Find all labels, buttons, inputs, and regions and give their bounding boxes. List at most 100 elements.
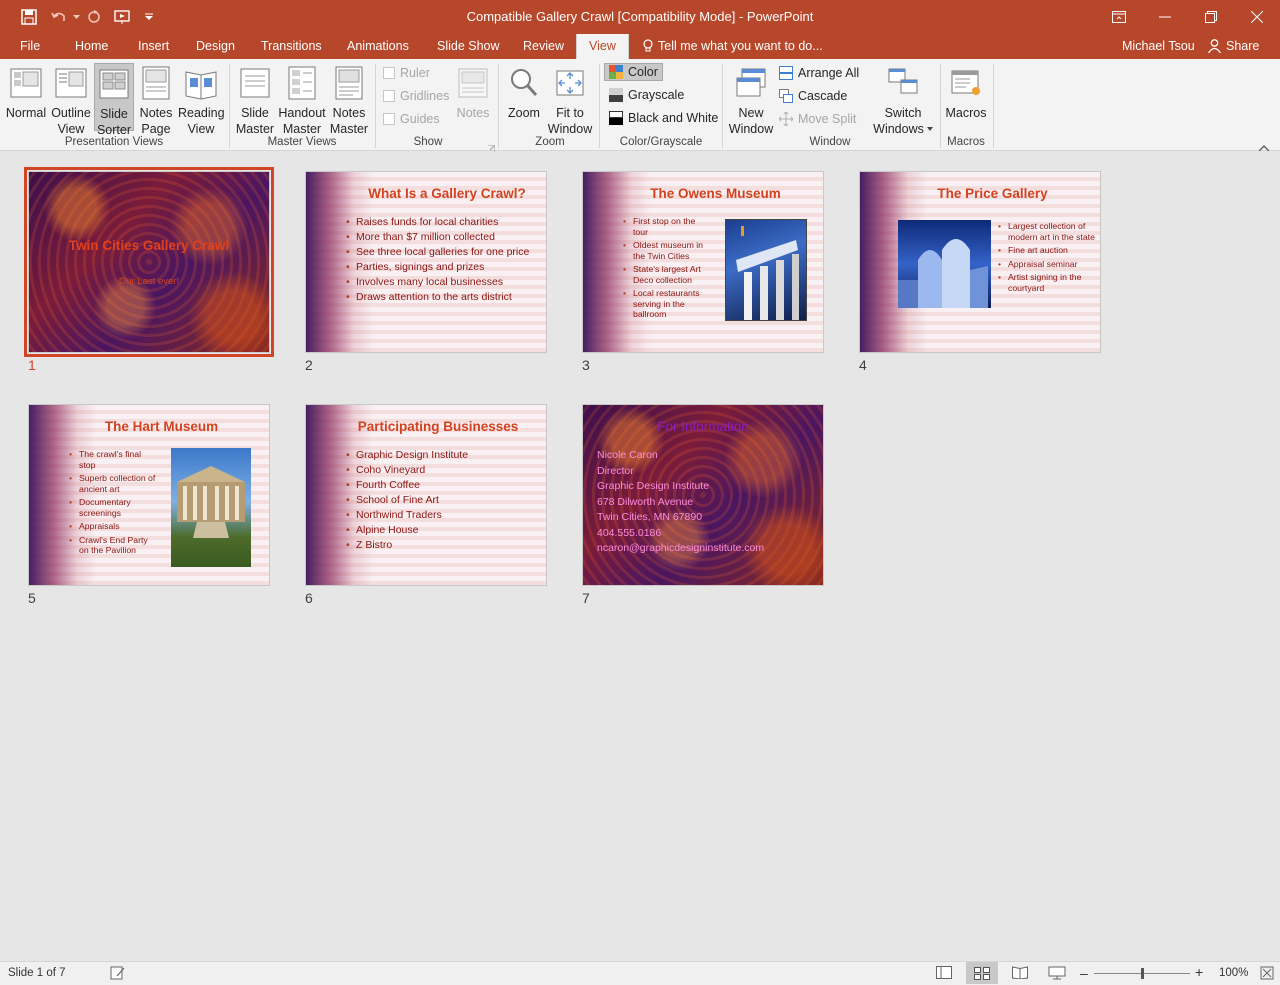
ribbon-display-options-icon[interactable]	[1096, 0, 1142, 34]
share-button[interactable]: Share	[1208, 39, 1259, 53]
outline-view-button[interactable]: Outline View	[50, 63, 92, 137]
normal-view-status-icon[interactable]	[936, 966, 952, 979]
slide-number: 3	[582, 357, 590, 373]
black-and-white-button[interactable]: Black and White	[609, 111, 718, 125]
notes-toggle-button[interactable]: Notes	[455, 63, 491, 121]
ruler-label: Ruler	[400, 66, 430, 80]
slide-thumbnail-5[interactable]: The Hart Museum The crawl's final stop S…	[28, 404, 270, 586]
museum-building-image	[171, 448, 251, 567]
reading-view-label-2: View	[187, 122, 215, 136]
slide-sorter-status-icon[interactable]	[966, 962, 998, 984]
fit-slide-icon[interactable]	[1260, 966, 1274, 980]
tab-animations[interactable]: Animations	[347, 39, 409, 53]
slide-show-status-icon[interactable]	[1048, 966, 1066, 980]
zoom-out-button[interactable]: –	[1080, 965, 1088, 981]
ribbon-separator	[375, 64, 376, 148]
slide-thumbnail-4[interactable]: The Price Gallery Largest collection of …	[859, 171, 1101, 353]
slide-thumbnail-1[interactable]: Twin Cities Gallery Crawl Our Last ever!	[24, 167, 274, 357]
guides-label: Guides	[400, 112, 440, 126]
zoom-slider-thumb[interactable]	[1141, 968, 1144, 979]
reading-view-button[interactable]: Reading View	[178, 63, 225, 137]
slide-title: What Is a Gallery Crawl?	[368, 186, 526, 201]
zoom-button[interactable]: Zoom	[505, 63, 543, 121]
list-item: Z Bistro	[346, 539, 468, 551]
slide-sorter-button[interactable]: Slide Sorter	[94, 63, 134, 137]
restore-icon[interactable]	[1188, 0, 1234, 34]
contact-line: Nicole Caron	[597, 449, 658, 461]
list-item: Alpine House	[346, 524, 468, 536]
color-swatch-icon	[609, 65, 623, 79]
tab-transitions[interactable]: Transitions	[261, 39, 322, 53]
slide-number: 4	[859, 357, 867, 373]
list-item: Largest collection of modern art in the …	[998, 221, 1096, 242]
user-name[interactable]: Michael Tsou	[1122, 39, 1195, 53]
notes-master-button[interactable]: Notes Master	[328, 63, 370, 137]
slide-thumbnail-6[interactable]: Participating Businesses Graphic Design …	[305, 404, 547, 586]
macros-button[interactable]: Macros	[945, 63, 987, 121]
list-item: More than $7 million collected	[346, 231, 529, 243]
ribbon-separator	[498, 64, 499, 148]
slide-sorter-icon	[97, 64, 131, 104]
list-item: Northwind Traders	[346, 509, 468, 521]
tab-review[interactable]: Review	[523, 39, 564, 53]
group-show: Show	[413, 136, 443, 148]
list-item: Appraisals	[69, 521, 159, 532]
normal-view-icon	[9, 63, 43, 103]
macros-label: Macros	[945, 106, 987, 120]
slide-thumbnail-2[interactable]: What Is a Gallery Crawl? Raises funds fo…	[305, 171, 547, 353]
slide-title: Participating Businesses	[357, 419, 519, 434]
fit-to-window-icon	[553, 63, 587, 103]
normal-view-button[interactable]: Normal	[4, 63, 48, 121]
spelling-check-icon[interactable]	[110, 966, 126, 980]
ribbon-separator	[229, 64, 230, 148]
guides-checkbox[interactable]: Guides	[383, 112, 440, 126]
fit-to-window-button[interactable]: Fit to Window	[547, 63, 593, 137]
reading-view-status-icon[interactable]	[1012, 966, 1028, 979]
tab-insert[interactable]: Insert	[138, 39, 169, 53]
tell-me-box[interactable]: Tell me what you want to do...	[643, 39, 823, 53]
gridlines-checkbox[interactable]: Gridlines	[383, 89, 449, 103]
move-split-icon	[779, 112, 793, 126]
slide-master-button[interactable]: Slide Master	[234, 63, 276, 137]
notes-page-button[interactable]: Notes Page	[137, 63, 175, 137]
list-item: Crawl's End Party on the Pavilion	[69, 535, 159, 556]
reading-view-icon	[184, 63, 218, 103]
list-item: Parties, signings and prizes	[346, 261, 529, 273]
cascade-button[interactable]: Cascade	[779, 89, 847, 103]
new-window-button[interactable]: New Window	[728, 63, 774, 137]
move-split-button[interactable]: Move Split	[779, 112, 856, 126]
zoom-in-button[interactable]: +	[1195, 964, 1203, 980]
close-icon[interactable]	[1234, 0, 1280, 34]
zoom-label: Zoom	[508, 106, 540, 120]
tab-slide-show[interactable]: Slide Show	[437, 39, 500, 53]
minimize-icon[interactable]	[1142, 0, 1188, 34]
handout-master-button[interactable]: Handout Master	[277, 63, 327, 137]
slide-master-label-2: Master	[235, 122, 275, 136]
arrange-all-button[interactable]: Arrange All	[779, 66, 859, 80]
tab-view[interactable]: View	[576, 34, 629, 59]
notes-master-label-1: Notes	[332, 106, 366, 120]
slide-thumbnail-3[interactable]: The Owens Museum First stop on the tour …	[582, 171, 824, 353]
dropdown-arrow-icon	[926, 127, 933, 131]
tab-home[interactable]: Home	[75, 39, 108, 53]
zoom-level[interactable]: 100%	[1219, 967, 1248, 979]
list-item: Oldest museum in the Twin Cities	[623, 240, 711, 261]
switch-windows-label-2: Windows	[873, 122, 924, 136]
notes-master-icon	[332, 63, 366, 103]
grayscale-button[interactable]: Grayscale	[609, 88, 684, 102]
tab-design[interactable]: Design	[196, 39, 235, 53]
list-item: Superb collection of ancient art	[69, 473, 159, 494]
zoom-slider[interactable]	[1094, 968, 1190, 979]
person-icon	[1208, 39, 1221, 53]
switch-windows-label-1: Switch	[884, 106, 922, 120]
contact-line: Twin Cities, MN 67890	[597, 511, 703, 523]
slide-sorter-label-1: Slide	[100, 107, 128, 121]
slide-thumbnail-7[interactable]: For Information Nicole Caron Director Gr…	[582, 404, 824, 586]
tab-file[interactable]: File	[20, 39, 40, 53]
notes-page-label-1: Notes	[139, 106, 173, 120]
color-button[interactable]: Color	[604, 63, 663, 81]
slide-count-status[interactable]: Slide 1 of 7	[8, 967, 66, 979]
new-window-label-1: New	[738, 106, 764, 120]
ruler-checkbox[interactable]: Ruler	[383, 66, 430, 80]
switch-windows-button[interactable]: Switch Windows	[872, 63, 934, 137]
